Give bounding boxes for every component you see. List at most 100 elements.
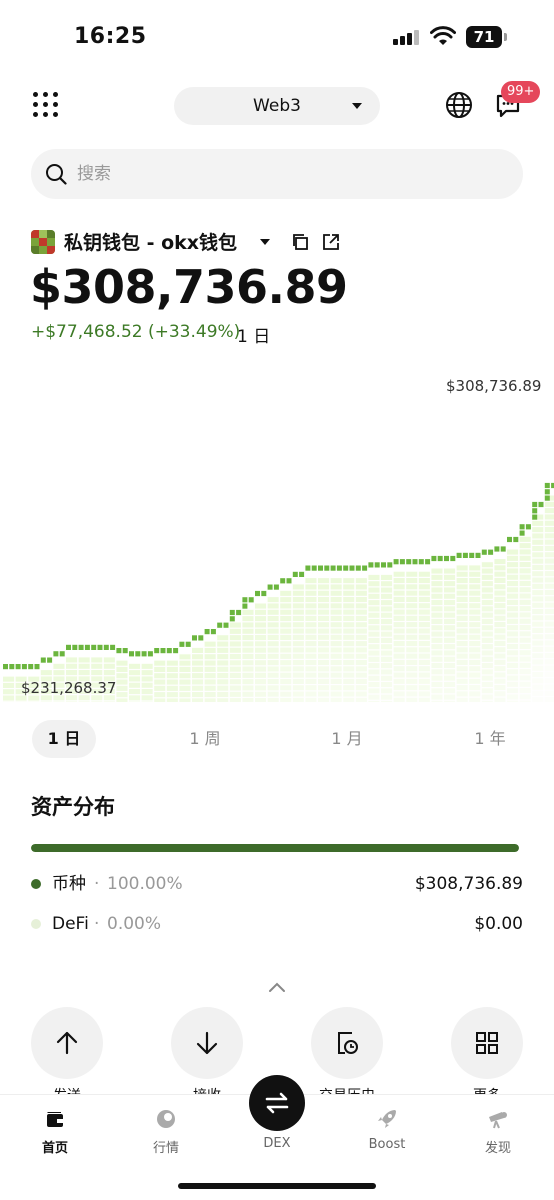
allocation-row-tokens[interactable]: 币种 · 100.00% $308,736.89	[31, 871, 523, 897]
chart-fill-cell	[393, 584, 405, 590]
chart-fill-cell	[368, 612, 380, 618]
chart-fill-cell	[532, 615, 544, 621]
chart-point	[538, 501, 544, 508]
chart-fill-cell	[393, 653, 405, 659]
send-button[interactable]	[31, 1007, 103, 1079]
chart-point	[110, 644, 116, 650]
chart-fill-cell	[418, 628, 430, 634]
chart-min-label: $231,268.37	[21, 679, 117, 697]
chart-fill-cell	[166, 660, 178, 666]
allocation-title: 资产分布	[31, 795, 115, 819]
legend-dot	[31, 879, 41, 889]
chart-fill-cell	[418, 596, 430, 602]
dex-swap-button[interactable]	[249, 1075, 305, 1131]
tab-market[interactable]: 行情	[126, 1095, 206, 1165]
chart-fill-cell	[280, 685, 292, 691]
chart-fill-cell	[532, 583, 544, 589]
chart-fill-cell	[255, 635, 267, 641]
chart-fill-cell	[305, 628, 317, 634]
globe-icon[interactable]	[445, 91, 473, 119]
chart-fill-cell	[381, 700, 393, 702]
chart-fill-cell	[267, 616, 279, 622]
tab-home[interactable]: 首页	[15, 1095, 95, 1165]
chart-fill-cell	[40, 670, 52, 676]
apps-grid-icon[interactable]	[33, 92, 59, 118]
chart-fill-cell	[544, 501, 554, 507]
chart-fill-cell	[444, 650, 456, 656]
network-selector[interactable]: Web3	[174, 87, 380, 125]
copy-icon[interactable]	[291, 233, 309, 251]
chart-fill-cell	[393, 609, 405, 615]
chart-point	[267, 584, 273, 590]
chart-fill-cell	[381, 593, 393, 599]
chart-fill-cell	[469, 691, 481, 697]
chart-fill-cell	[166, 679, 178, 685]
chart-fill-cell	[255, 641, 267, 647]
chart-fill-cell	[267, 634, 279, 640]
search-input[interactable]: 搜索	[31, 149, 523, 199]
chart-fill-cell	[444, 694, 456, 700]
chart-fill-cell	[418, 578, 430, 584]
tab-period-1w[interactable]: 1 周	[173, 720, 237, 758]
allocation-bar	[31, 844, 519, 852]
chart-fill-cell	[229, 679, 241, 685]
chart-fill-cell	[519, 599, 531, 605]
chart-fill-cell	[305, 634, 317, 640]
chart-fill-cell	[481, 663, 493, 669]
chart-fill-cell	[519, 580, 531, 586]
receive-button[interactable]	[171, 1007, 243, 1079]
search-icon	[46, 164, 67, 185]
external-link-icon[interactable]	[322, 233, 340, 251]
chart-fill-cell	[255, 691, 267, 697]
chart-fill-cell	[343, 578, 355, 584]
chart-fill-cell	[544, 640, 554, 646]
chart-fill-cell	[305, 653, 317, 659]
tab-period-1m[interactable]: 1 月	[315, 720, 379, 758]
balance-chart[interactable]	[0, 372, 554, 702]
chart-fill-cell	[330, 628, 342, 634]
chart-fill-cell	[204, 692, 216, 698]
chart-point	[242, 603, 248, 609]
chart-fill-cell	[343, 672, 355, 678]
chart-fill-cell	[507, 688, 519, 694]
tab-period-1d[interactable]: 1 日	[32, 720, 96, 758]
chevron-down-icon[interactable]	[260, 239, 270, 245]
allocation-row-defi[interactable]: DeFi · 0.00% $0.00	[31, 911, 523, 937]
chart-fill-cell	[267, 672, 279, 678]
chart-fill-cell	[305, 584, 317, 590]
chart-point	[507, 536, 512, 543]
chart-fill-cell	[343, 653, 355, 659]
chart-fill-cell	[292, 597, 304, 603]
chart-fill-cell	[431, 669, 443, 675]
chart-point	[532, 514, 538, 520]
chart-point	[34, 664, 40, 670]
chart-fill-cell	[229, 622, 241, 628]
history-button[interactable]	[311, 1007, 383, 1079]
chart-fill-cell	[305, 578, 317, 584]
chart-fill-cell	[431, 650, 443, 656]
tab-label: 发现	[484, 1141, 511, 1156]
chart-fill-cell	[481, 675, 493, 681]
chart-fill-cell	[532, 684, 544, 690]
chart-fill-cell	[129, 663, 141, 669]
chart-point	[349, 565, 355, 571]
tab-period-1y[interactable]: 1 年	[458, 720, 522, 758]
chevron-up-icon[interactable]	[268, 981, 286, 993]
wallet-name[interactable]: 私钥钱包 - okx钱包	[64, 228, 237, 255]
chart-fill-cell	[267, 597, 279, 603]
chart-fill-cell	[444, 663, 456, 669]
chart-fill-cell	[179, 660, 191, 666]
chart-fill-cell	[507, 644, 519, 650]
chart-fill-cell	[368, 631, 380, 637]
tab-boost[interactable]: Boost	[347, 1095, 427, 1165]
chart-fill-cell	[217, 647, 229, 653]
more-button[interactable]	[451, 1007, 523, 1079]
chart-fill-cell	[532, 596, 544, 602]
tab-discover[interactable]: 发现	[458, 1095, 538, 1165]
chart-fill-cell	[544, 571, 554, 577]
chart-fill-cell	[481, 618, 493, 624]
chart-fill-cell	[481, 644, 493, 650]
chart-fill-cell	[318, 597, 330, 603]
chart-fill-cell	[532, 602, 544, 608]
chart-fill-cell	[519, 562, 531, 568]
